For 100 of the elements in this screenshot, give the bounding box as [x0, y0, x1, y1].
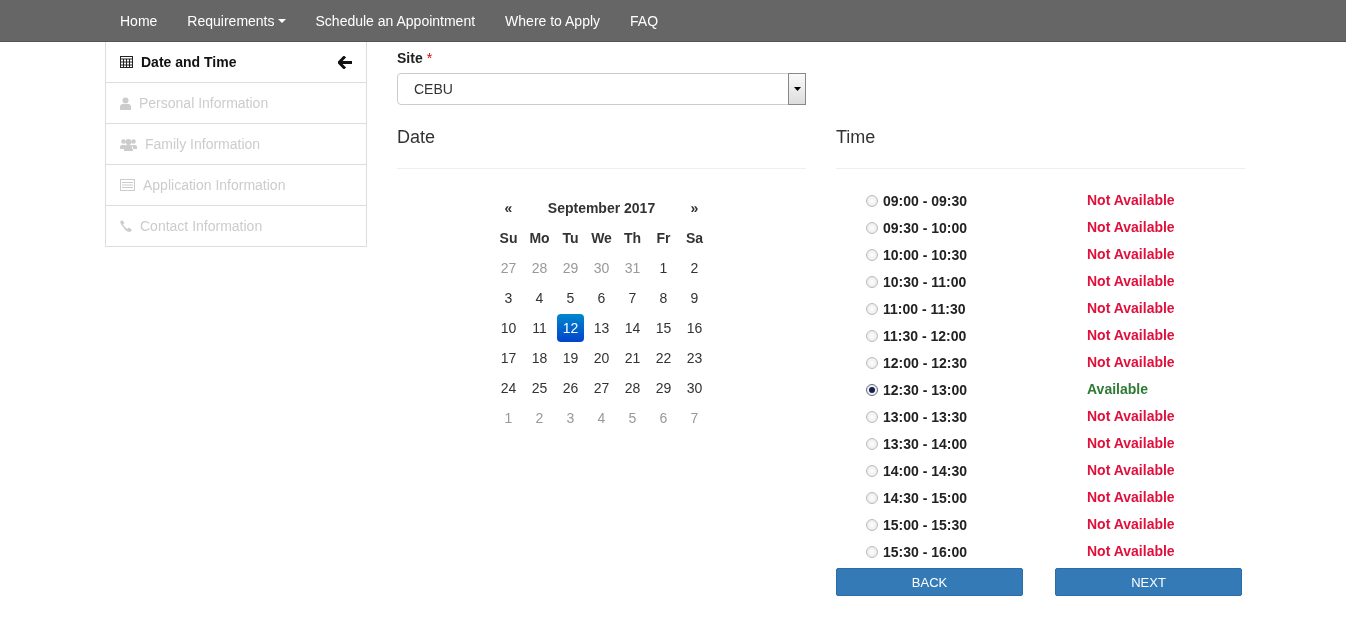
calendar-day[interactable]: 28: [619, 374, 646, 402]
calendar-day[interactable]: 25: [526, 374, 553, 402]
next-month-button[interactable]: »: [679, 193, 710, 223]
radio-button[interactable]: [866, 519, 878, 531]
time-slot-label: 11:30 - 12:00: [883, 328, 967, 344]
radio-button[interactable]: [866, 303, 878, 315]
caret-icon: [793, 87, 801, 91]
nav-link[interactable]: Requirements: [172, 5, 301, 36]
calendar-day[interactable]: 11: [526, 314, 553, 342]
weekday-label: Su: [498, 229, 519, 248]
sidebar-item[interactable]: Date and Time: [105, 41, 367, 83]
radio-button[interactable]: [866, 276, 878, 288]
availability-status: Not Available: [1087, 515, 1175, 532]
calendar-day[interactable]: 18: [526, 344, 553, 372]
weekday-label: Sa: [684, 229, 705, 248]
calendar-day[interactable]: 2: [681, 254, 708, 282]
calendar-day[interactable]: 23: [681, 344, 708, 372]
time-slot-label: 09:00 - 09:30: [883, 193, 968, 209]
nav-link[interactable]: Home: [105, 5, 173, 36]
availability-status: Not Available: [1087, 434, 1175, 451]
calendar-day[interactable]: 20: [588, 344, 615, 372]
nav-link[interactable]: FAQ: [615, 5, 674, 36]
availability-status: Not Available: [1087, 542, 1175, 559]
calendar-day[interactable]: 17: [495, 344, 522, 372]
availability-status: Not Available: [1087, 326, 1175, 343]
calendar-day[interactable]: 29: [650, 374, 677, 402]
calendar-day[interactable]: 3: [495, 284, 522, 312]
time-slot-label: 11:00 - 11:30: [883, 301, 966, 317]
calendar-day[interactable]: 10: [495, 314, 522, 342]
calendar-day[interactable]: 1: [650, 254, 677, 282]
weekday-label: Th: [622, 229, 643, 248]
calendar-day[interactable]: 22: [650, 344, 677, 372]
calendar-day[interactable]: 9: [681, 284, 708, 312]
time-slot-label: 10:30 - 11:00: [883, 274, 967, 290]
radio-button[interactable]: [866, 465, 878, 477]
next-button[interactable]: NEXT: [1055, 568, 1242, 596]
calendar-day[interactable]: 7: [619, 284, 646, 312]
time-slot-label: 12:00 - 12:30: [883, 355, 968, 371]
availability-status: Not Available: [1087, 488, 1175, 505]
availability-status: Not Available: [1087, 461, 1175, 478]
radio-button[interactable]: [866, 492, 878, 504]
users-icon: [120, 137, 137, 151]
calendar-day[interactable]: 15: [650, 314, 677, 342]
calendar-day[interactable]: 30: [681, 374, 708, 402]
weekday-label: We: [590, 229, 613, 248]
weekday-label: Mo: [528, 229, 551, 248]
field-label: Site: [397, 50, 423, 66]
time-slot-label: 13:30 - 14:00: [883, 436, 968, 452]
calendar-day[interactable]: 4: [526, 284, 553, 312]
month-title[interactable]: September 2017: [524, 193, 679, 223]
back-button[interactable]: BACK: [836, 568, 1023, 596]
calendar-day[interactable]: 27: [588, 374, 615, 402]
required-mark: *: [426, 50, 433, 66]
nav-link[interactable]: Where to Apply: [490, 5, 616, 36]
nav-link[interactable]: Schedule an Appointment: [300, 5, 491, 36]
site-dropdown[interactable]: CEBU: [397, 73, 806, 105]
time-slot-label: 14:30 - 15:00: [883, 490, 968, 506]
time-slot-label: 13:00 - 13:30: [883, 409, 968, 425]
radio-button[interactable]: [866, 411, 878, 423]
calendar-day[interactable]: 24: [495, 374, 522, 402]
availability-status: Not Available: [1087, 245, 1175, 262]
phone-icon: [120, 220, 132, 232]
calendar-day[interactable]: 13: [588, 314, 615, 342]
time-slot-label: 15:00 - 15:30: [883, 517, 968, 533]
weekday-label: Fr: [655, 229, 672, 248]
availability-status: Not Available: [1087, 299, 1175, 316]
list-card-icon: [120, 179, 135, 191]
calendar-day[interactable]: 21: [619, 344, 646, 372]
availability-status: Not Available: [1087, 407, 1175, 424]
calendar-day[interactable]: 26: [557, 374, 584, 402]
radio-button[interactable]: [866, 330, 878, 342]
time-slot-label: 12:30 - 13:00: [883, 382, 968, 398]
availability-status: Not Available: [1087, 272, 1175, 289]
calendar-day[interactable]: 5: [557, 284, 584, 312]
calendar-day[interactable]: 6: [588, 284, 615, 312]
calendar-day[interactable]: 8: [650, 284, 677, 312]
radio-button[interactable]: [866, 384, 878, 396]
weekday-label: Tu: [561, 229, 580, 248]
calendar-day[interactable]: 19: [557, 344, 584, 372]
radio-button[interactable]: [866, 195, 878, 207]
calendar-day[interactable]: 12: [557, 314, 584, 342]
calendar-day[interactable]: 16: [681, 314, 708, 342]
prev-month-button[interactable]: «: [493, 193, 524, 223]
radio-button[interactable]: [866, 438, 878, 450]
calendar-day[interactable]: 14: [619, 314, 646, 342]
time-slot-label: 09:30 - 10:00: [883, 220, 968, 236]
arrow-left-icon: [338, 55, 352, 69]
radio-button[interactable]: [866, 357, 878, 369]
availability-status: Not Available: [1087, 218, 1175, 235]
user-icon: [120, 96, 131, 110]
section-heading: Date: [397, 115, 806, 169]
time-slot-label: 10:00 - 10:30: [883, 247, 968, 263]
availability-status: Not Available: [1087, 191, 1175, 208]
availability-status: Not Available: [1087, 353, 1175, 370]
calendar-icon: [120, 56, 133, 68]
radio-button[interactable]: [866, 222, 878, 234]
radio-button[interactable]: [866, 249, 878, 261]
time-slot-label: 15:30 - 16:00: [883, 544, 968, 560]
availability-status: Available: [1087, 380, 1148, 397]
radio-button[interactable]: [866, 546, 878, 558]
